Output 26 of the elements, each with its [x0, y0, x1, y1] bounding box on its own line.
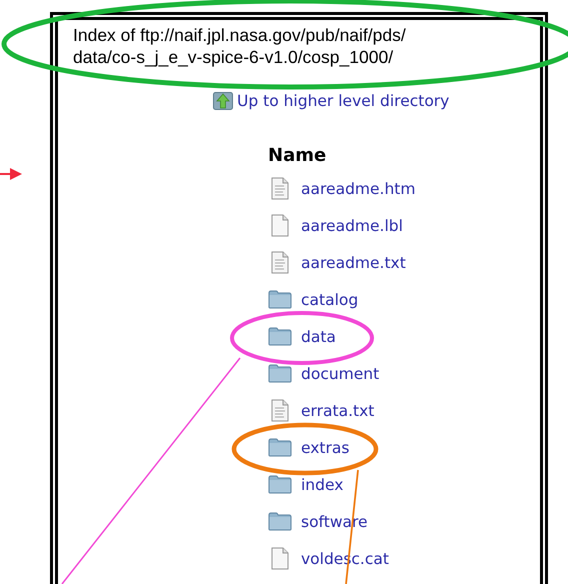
directory-entry-link[interactable]: document — [301, 364, 380, 382]
folder-icon — [268, 512, 292, 531]
up-arrow-icon — [213, 92, 233, 110]
folder-icon — [268, 475, 292, 494]
index-title: Index of ftp://naif.jpl.nasa.gov/pub/naif/pds/ — [73, 24, 406, 46]
directory-entry-link[interactable]: extras — [301, 438, 350, 456]
directory-entry-link[interactable]: data — [301, 328, 336, 346]
directory-entry-link[interactable]: aareadme.txt — [301, 254, 406, 272]
text-file-icon — [271, 177, 289, 200]
directory-entry-link[interactable]: errata.txt — [301, 402, 374, 420]
directory-entry-link[interactable]: index — [301, 476, 344, 494]
folder-icon — [268, 290, 292, 309]
file-icon — [271, 547, 289, 570]
file-icon — [271, 214, 289, 237]
directory-entry-link[interactable]: aareadme.lbl — [301, 216, 403, 234]
name-column-header: Name — [268, 144, 326, 168]
arrow-icon — [0, 168, 22, 180]
directory-entry-link[interactable]: catalog — [301, 290, 358, 308]
folder-icon — [268, 438, 292, 457]
text-file-icon — [271, 399, 289, 422]
text-file-icon — [271, 251, 289, 274]
parent-directory-link[interactable]: Up to higher level directory — [237, 92, 450, 110]
directory-entry-link[interactable]: aareadme.htm — [301, 180, 416, 198]
folder-icon — [268, 364, 292, 383]
index-title: data/co-s_j_e_v-spice-6-v1.0/cosp_1000/ — [73, 46, 394, 68]
folder-icon — [268, 327, 292, 346]
